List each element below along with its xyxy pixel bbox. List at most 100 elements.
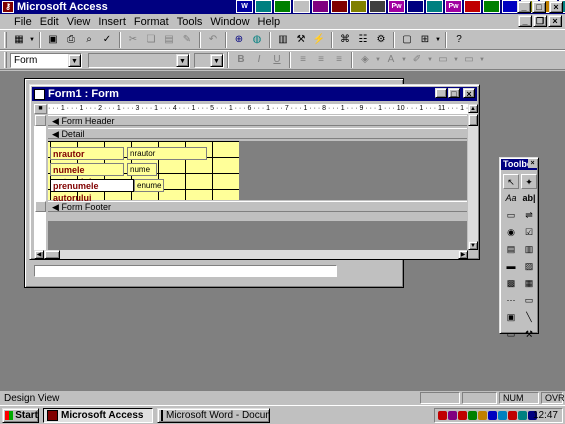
new-object-icon[interactable]: ⊞ xyxy=(416,32,434,48)
view-dropdown-icon[interactable]: ▼ xyxy=(28,32,36,48)
minimize-icon[interactable]: _ xyxy=(517,1,531,13)
detail-section[interactable]: nrautor nrautor numele autorului nume pr… xyxy=(48,141,467,203)
control-wizards-icon[interactable]: ✦ xyxy=(521,174,537,189)
scroll-up-icon[interactable]: ▲ xyxy=(468,104,478,113)
form-selector[interactable]: ■ xyxy=(34,104,47,114)
form-design-window[interactable]: Form1 : Form _ □ × ■ · · · 1 · · · 1 · ·… xyxy=(29,84,480,260)
bound-object-frame-icon[interactable]: ▦ xyxy=(521,276,537,291)
doc-minimize-icon[interactable]: _ xyxy=(518,15,532,27)
view-icon[interactable]: ▦ xyxy=(10,32,28,48)
italic-button[interactable]: I xyxy=(250,52,268,68)
copy-icon[interactable]: ❏ xyxy=(142,32,160,48)
web-toolbar-icon[interactable]: ◍ xyxy=(248,32,266,48)
align-center-icon[interactable]: ≡ xyxy=(312,52,330,68)
tray-icon[interactable] xyxy=(458,411,467,420)
scroll-right-icon[interactable]: ▶ xyxy=(458,250,468,259)
spelling-icon[interactable]: ✓ xyxy=(98,32,116,48)
more-controls-icon[interactable]: ⚒ xyxy=(521,327,537,342)
line-color-icon[interactable]: ✐ xyxy=(408,52,426,68)
tray-icon[interactable] xyxy=(508,411,517,420)
tray-icon[interactable] xyxy=(488,411,497,420)
tray-icon[interactable] xyxy=(448,411,457,420)
shortcut-icon[interactable] xyxy=(426,0,443,13)
chevron-down-icon[interactable]: ▼ xyxy=(176,53,189,67)
tray-icon[interactable] xyxy=(438,411,447,420)
align-left-icon[interactable]: ≡ xyxy=(294,52,312,68)
image-icon[interactable]: ▨ xyxy=(521,259,537,274)
save-icon[interactable]: ▣ xyxy=(44,32,62,48)
underline-button[interactable]: U xyxy=(268,52,286,68)
build-icon[interactable]: ⚙ xyxy=(372,32,390,48)
select-objects-icon[interactable]: ↖ xyxy=(503,174,519,189)
form-footer-section[interactable] xyxy=(48,221,467,250)
tab-control-icon[interactable]: ▭ xyxy=(521,293,537,308)
scroll-thumb[interactable] xyxy=(468,114,478,126)
vertical-ruler[interactable] xyxy=(34,126,46,256)
rectangle-tool-icon[interactable]: ▭ xyxy=(503,327,519,342)
shortcut-icon[interactable] xyxy=(331,0,348,13)
page-break-icon[interactable]: ⋯ xyxy=(503,293,519,308)
undo-icon[interactable]: ↶ xyxy=(204,32,222,48)
scroll-left-icon[interactable]: ◀ xyxy=(34,250,44,259)
special-effect-icon[interactable]: ▭ xyxy=(460,52,478,68)
font-size-combo[interactable]: ▼ xyxy=(194,52,224,68)
maximize-icon[interactable]: □ xyxy=(448,88,460,99)
shortcut-icon[interactable] xyxy=(464,0,481,13)
chevron-down-icon[interactable]: ▼ xyxy=(68,53,81,67)
scroll-down-icon[interactable]: ▼ xyxy=(468,241,478,250)
form-window-title-bar[interactable]: Form1 : Form _ □ × xyxy=(32,87,477,101)
chevron-down-icon[interactable]: ▼ xyxy=(478,52,486,68)
label-numele-autorului[interactable]: numele autorului xyxy=(50,163,124,187)
section-selector[interactable] xyxy=(35,201,46,212)
chevron-down-icon[interactable]: ▼ xyxy=(400,52,408,68)
option-group-icon[interactable]: ▭ xyxy=(503,208,519,223)
align-right-icon[interactable]: ≡ xyxy=(330,52,348,68)
shortcut-icon[interactable] xyxy=(350,0,367,13)
field-prenume[interactable]: enume xyxy=(134,179,164,192)
doc-restore-icon[interactable]: ❐ xyxy=(533,15,547,27)
task-microsoft-word[interactable]: Microsoft Word - Document1 xyxy=(157,408,270,423)
option-button-icon[interactable]: ◉ xyxy=(503,225,519,240)
horizontal-ruler[interactable]: · · · 1 · · · 1 · · · 2 · · · 1 · · · 3 … xyxy=(48,104,476,114)
tray-icon[interactable] xyxy=(468,411,477,420)
menu-edit[interactable]: Edit xyxy=(36,16,63,28)
fill-color-icon[interactable]: ◈ xyxy=(356,52,374,68)
horizontal-scrollbar[interactable]: ◀ ▶ xyxy=(34,250,468,259)
start-button[interactable]: Start xyxy=(2,408,39,423)
subform-icon[interactable]: ▣ xyxy=(503,310,519,325)
autoformat-icon[interactable]: ⚡ xyxy=(310,32,328,48)
label-tool-icon[interactable]: Aa xyxy=(503,191,519,206)
vertical-scrollbar[interactable]: ▲ ▼ xyxy=(468,104,478,250)
shortcut-icon[interactable] xyxy=(407,0,424,13)
text-box-icon[interactable]: ab| xyxy=(521,191,537,206)
section-selector[interactable] xyxy=(35,115,46,126)
object-combo[interactable]: Form ▼ xyxy=(10,52,82,68)
chevron-down-icon[interactable]: ▼ xyxy=(210,53,223,67)
toggle-button-icon[interactable]: ⇌ xyxy=(521,208,537,223)
command-button-icon[interactable]: ▬ xyxy=(503,259,519,274)
close-icon[interactable]: × xyxy=(549,1,563,13)
combo-box-icon[interactable]: ▤ xyxy=(503,242,519,257)
toolbar-grip[interactable] xyxy=(4,52,7,68)
field-nume[interactable]: nume xyxy=(127,163,157,176)
menu-format[interactable]: Format xyxy=(130,16,173,28)
bold-button[interactable]: B xyxy=(232,52,250,68)
code-icon[interactable]: ⌘ xyxy=(336,32,354,48)
print-icon[interactable]: ⎙ xyxy=(62,32,80,48)
cut-icon[interactable]: ✂ xyxy=(124,32,142,48)
detail-bar[interactable]: ◀ Detail xyxy=(48,128,467,139)
shortcut-icon[interactable] xyxy=(483,0,500,13)
format-painter-icon[interactable]: ✎ xyxy=(178,32,196,48)
form-footer-bar[interactable]: ◀ Form Footer xyxy=(48,201,467,212)
check-box-icon[interactable]: ☑ xyxy=(521,225,537,240)
paste-icon[interactable]: ▤ xyxy=(160,32,178,48)
toolbox-window[interactable]: Toolbox × ↖ ✦ Aa ab| ▭ ⇌ ◉ ☑ ▤ ▥ ▬ ▨ ▩ ▦… xyxy=(499,157,539,339)
unbound-object-frame-icon[interactable]: ▩ xyxy=(503,276,519,291)
shortcut-icon[interactable] xyxy=(255,0,272,13)
new-object-dropdown-icon[interactable]: ▼ xyxy=(434,32,442,48)
list-box-icon[interactable]: ▥ xyxy=(521,242,537,257)
maximize-icon[interactable]: □ xyxy=(532,1,546,13)
label-nrautor[interactable]: nrautor xyxy=(50,147,124,160)
tray-icon[interactable] xyxy=(498,411,507,420)
task-microsoft-access[interactable]: Microsoft Access xyxy=(43,408,153,423)
